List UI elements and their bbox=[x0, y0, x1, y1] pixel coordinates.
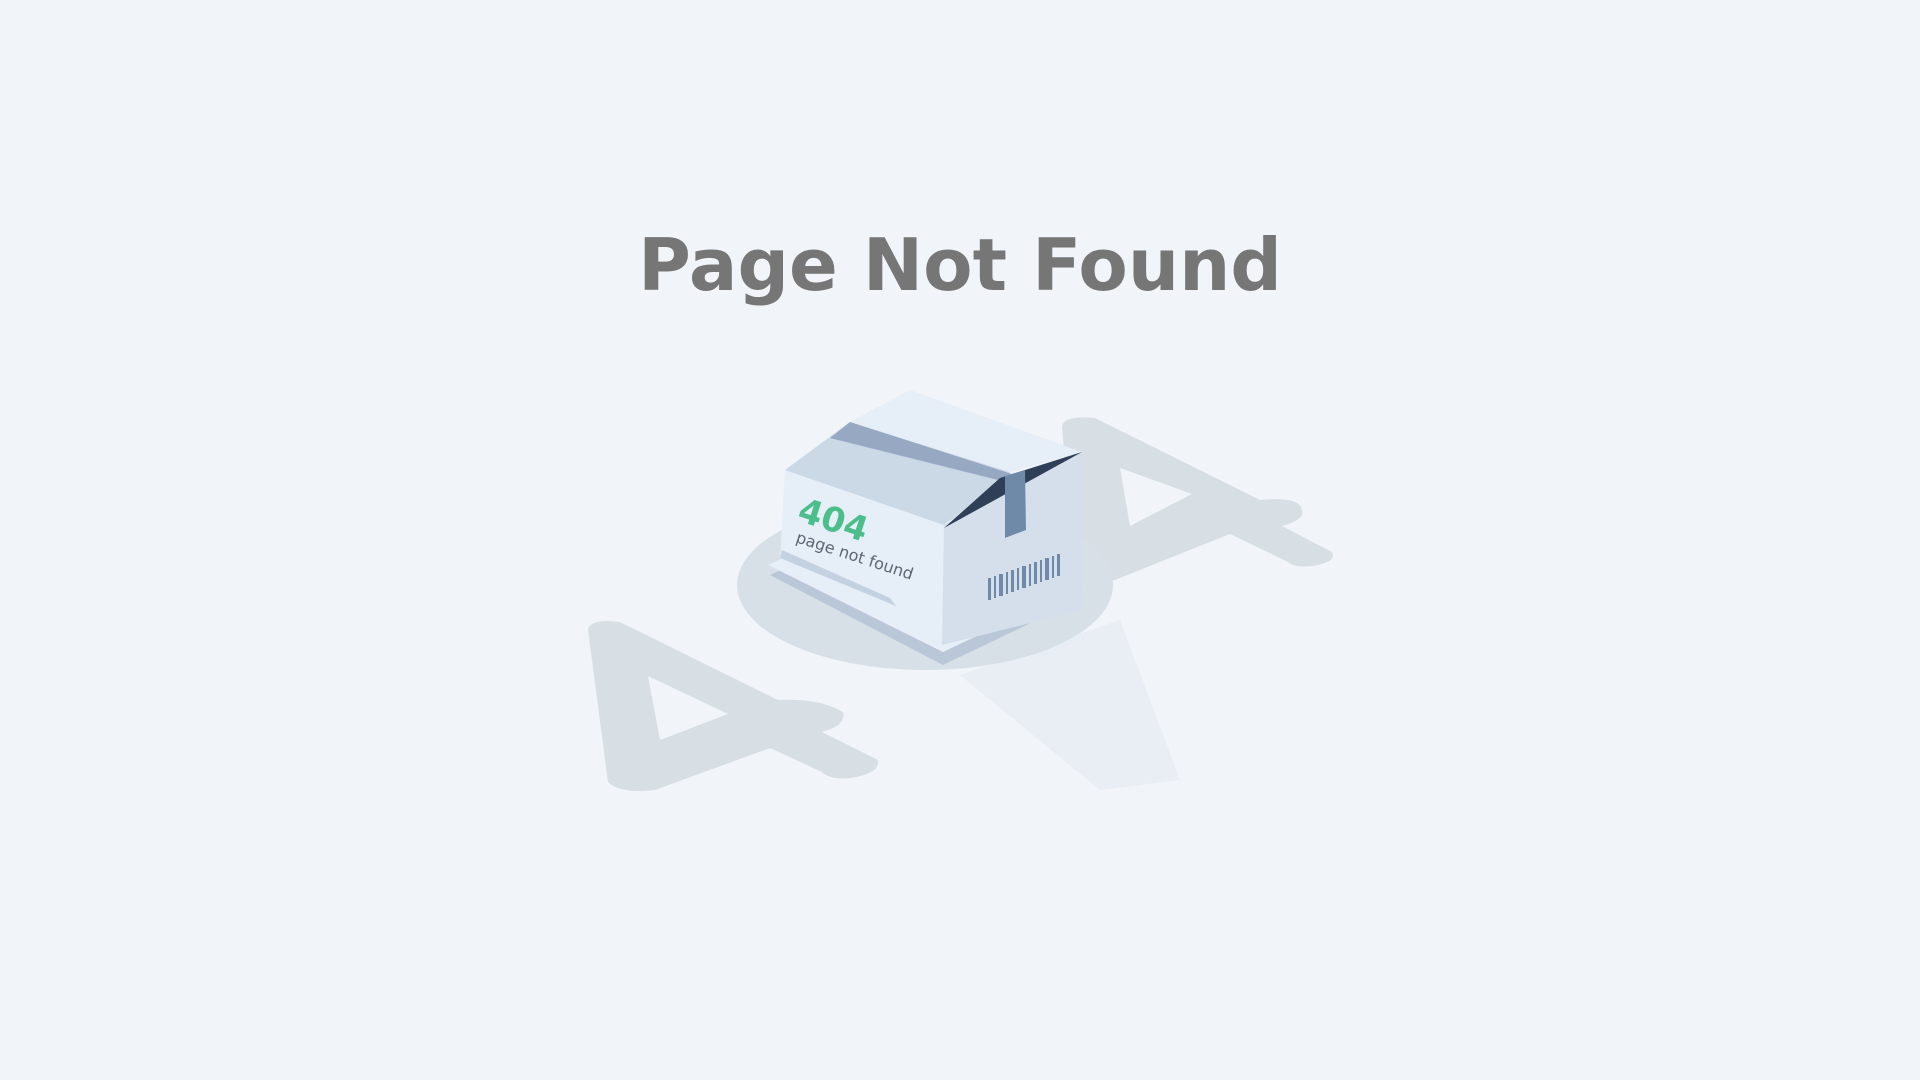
not-found-illustration: 404 page not found bbox=[560, 380, 1360, 810]
shadow-glyph-right bbox=[1062, 417, 1334, 581]
open-box-illustration-icon: 404 page not found bbox=[588, 390, 1334, 791]
page-title: Page Not Found bbox=[638, 223, 1282, 307]
not-found-page: Page Not Found 404 page not found bbox=[0, 0, 1920, 1080]
box-tape bbox=[1005, 470, 1026, 538]
